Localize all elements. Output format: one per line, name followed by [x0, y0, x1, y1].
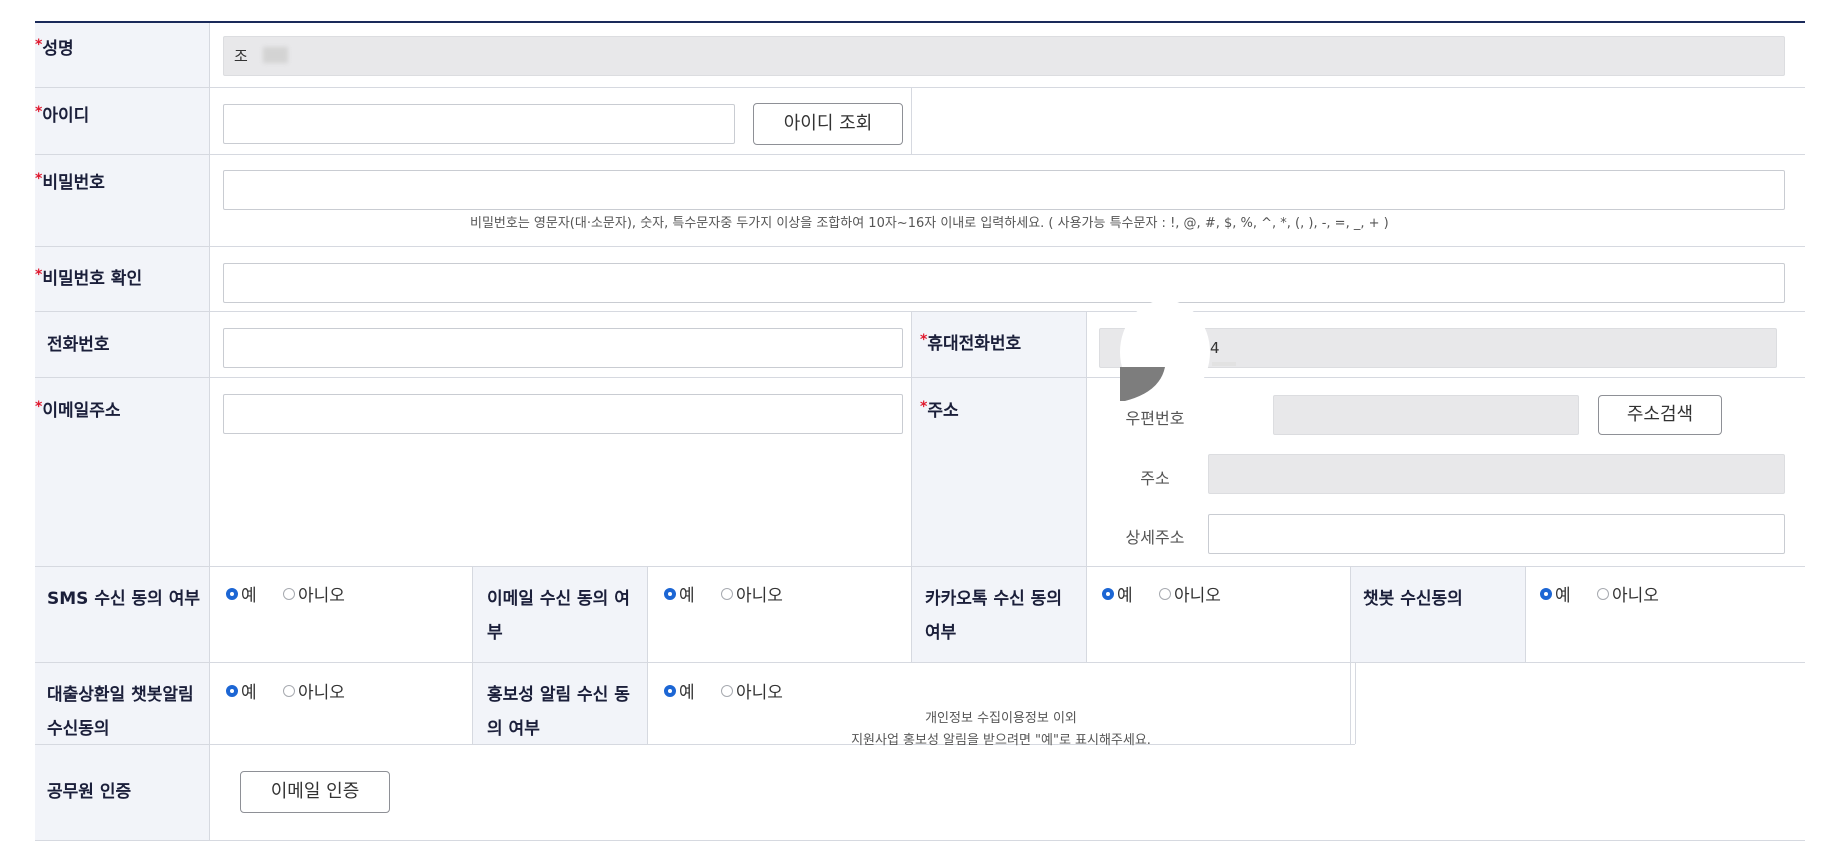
row-divider — [35, 377, 1805, 378]
promo-consent-label: 홍보성 알림 수신 동의 여부 — [487, 685, 630, 739]
kakao-consent-label: 카카오톡 수신 동의 여부 — [925, 589, 1062, 643]
row-divider — [35, 566, 1805, 567]
promo-consent-no[interactable]: 아니오 — [721, 682, 783, 704]
address-search-button[interactable]: 주소검색 — [1598, 395, 1722, 435]
email-verify-button[interactable]: 이메일 인증 — [240, 771, 390, 813]
radio-checked-icon — [1102, 588, 1114, 600]
row-divider — [35, 311, 1805, 312]
sms-consent-label: SMS 수신 동의 여부 — [47, 589, 200, 609]
radio-unchecked-icon — [721, 685, 733, 697]
radio-unchecked-icon — [283, 685, 295, 697]
name-redaction — [263, 47, 288, 63]
form-top-border — [35, 21, 1805, 23]
kakao-consent-yes[interactable]: 예 — [1102, 585, 1133, 607]
zip-label: 우편번호 — [1125, 409, 1185, 428]
mobile-redaction — [1120, 300, 1236, 404]
address-sub-label: 주소 — [1140, 469, 1170, 488]
email-input[interactable] — [223, 394, 903, 434]
required-mark: * — [920, 399, 928, 415]
row-divider — [35, 246, 1805, 247]
password-help-text: 비밀번호는 영문자(대·소문자), 숫자, 특수문자중 두가지 이상을 조합하여… — [470, 216, 1389, 231]
user-id-label: *아이디 — [35, 104, 90, 126]
required-mark: * — [35, 104, 43, 120]
member-form: *성명 조 *아이디 아이디 조회 *비밀번호 비밀번호는 영문자(대·소문자)… — [35, 0, 1805, 866]
radio-unchecked-icon — [1159, 588, 1171, 600]
row-divider — [35, 154, 1805, 155]
radio-checked-icon — [1540, 588, 1552, 600]
email-consent-no[interactable]: 아니오 — [721, 585, 783, 607]
required-mark: * — [35, 37, 43, 53]
chatbot-consent-yes[interactable]: 예 — [1540, 585, 1571, 607]
email-consent-yes[interactable]: 예 — [664, 585, 695, 607]
col-divider — [472, 566, 473, 744]
col-divider — [911, 311, 912, 662]
col-divider — [209, 23, 210, 840]
required-mark: * — [35, 267, 43, 283]
address-input[interactable] — [1208, 454, 1785, 494]
loan-chatbot-consent-yes[interactable]: 예 — [226, 682, 257, 704]
loan-chatbot-consent-no[interactable]: 아니오 — [283, 682, 345, 704]
id-check-button[interactable]: 아이디 조회 — [753, 103, 903, 145]
phone-input[interactable] — [223, 328, 903, 368]
required-mark: * — [35, 171, 43, 187]
email-label: *이메일주소 — [35, 399, 121, 421]
detail-address-label: 상세주소 — [1125, 528, 1185, 547]
required-mark: * — [35, 399, 43, 415]
promo-consent-yes[interactable]: 예 — [664, 682, 695, 704]
zip-input[interactable] — [1273, 395, 1579, 435]
address-label: *주소 — [920, 399, 959, 421]
name-field[interactable]: 조 — [223, 36, 1785, 76]
name-value: 조 — [234, 47, 248, 65]
user-id-input[interactable] — [223, 104, 735, 144]
email-consent-label: 이메일 수신 동의 여부 — [487, 589, 630, 643]
official-verify-label: 공무원 인증 — [47, 782, 132, 802]
password-confirm-label: *비밀번호 확인 — [35, 267, 143, 289]
password-confirm-input[interactable] — [223, 263, 1785, 303]
col-divider — [911, 87, 912, 154]
phone-label: 전화번호 — [47, 335, 110, 355]
radio-unchecked-icon — [283, 588, 295, 600]
row-divider — [35, 662, 1805, 663]
password-label: *비밀번호 — [35, 171, 105, 193]
sms-consent-yes[interactable]: 예 — [226, 585, 257, 607]
radio-unchecked-icon — [721, 588, 733, 600]
detail-address-input[interactable] — [1208, 514, 1785, 554]
mobile-label: *휴대전화번호 — [920, 332, 1022, 354]
promo-consent-note: 개인정보 수집이용정보 이외 지원사업 홍보성 알림을 받으려면 "예"로 표시… — [851, 711, 1151, 748]
col-divider — [1086, 311, 1087, 662]
loan-chatbot-consent-label: 대출상환일 챗봇알림 수신동의 — [47, 685, 194, 739]
name-label: *성명 — [35, 37, 74, 59]
sms-consent-no[interactable]: 아니오 — [283, 585, 345, 607]
row-divider — [35, 87, 1805, 88]
radio-unchecked-icon — [1597, 588, 1609, 600]
col-divider — [1525, 566, 1526, 662]
required-mark: * — [920, 332, 928, 348]
radio-checked-icon — [226, 588, 238, 600]
col-divider — [1355, 662, 1356, 744]
kakao-consent-no[interactable]: 아니오 — [1159, 585, 1221, 607]
radio-checked-icon — [664, 685, 676, 697]
row-divider — [35, 840, 1805, 841]
radio-checked-icon — [664, 588, 676, 600]
password-input[interactable] — [223, 170, 1785, 210]
chatbot-consent-label: 챗봇 수신동의 — [1363, 589, 1463, 609]
radio-checked-icon — [226, 685, 238, 697]
chatbot-consent-no[interactable]: 아니오 — [1597, 585, 1659, 607]
